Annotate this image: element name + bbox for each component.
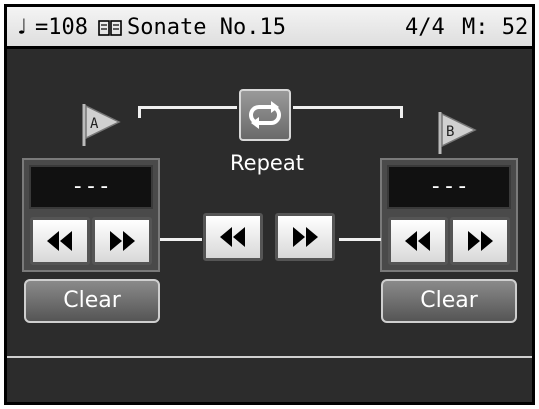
tempo-value: =108 xyxy=(35,15,88,40)
time-signature: 4/4 xyxy=(405,15,445,40)
marker-a-display: --- xyxy=(29,165,153,209)
connector-mid-right xyxy=(339,238,381,241)
connector-top-right-tick xyxy=(400,106,403,118)
rewind-icon xyxy=(220,227,245,247)
song-title: Sonate No.15 xyxy=(127,15,286,40)
marker-a-forward-button[interactable] xyxy=(92,217,152,265)
marker-a-panel: --- xyxy=(22,158,160,272)
flag-a-label: A xyxy=(90,116,99,132)
bottom-divider xyxy=(7,356,532,358)
marker-b-panel: --- xyxy=(380,158,518,272)
fast-forward-icon xyxy=(468,231,493,251)
repeat-button[interactable] xyxy=(239,89,291,141)
marker-b-display: --- xyxy=(387,165,511,209)
fast-forward-icon xyxy=(293,227,318,247)
marker-a-rewind-button[interactable] xyxy=(30,217,90,265)
flag-b-icon: B xyxy=(438,112,477,154)
flag-b-label: B xyxy=(446,124,454,140)
measure-number: M: 52 xyxy=(462,15,529,40)
rewind-icon xyxy=(47,231,72,251)
repeat-icon xyxy=(249,101,281,129)
status-bar: ♩ =108 Sonate No.15 4/4 M: 52 xyxy=(7,7,532,49)
clear-a-button[interactable]: Clear xyxy=(24,279,160,323)
marker-b-rewind-button[interactable] xyxy=(388,217,448,265)
rewind-icon xyxy=(405,231,430,251)
connector-top-left-tick xyxy=(138,106,141,118)
clear-b-button[interactable]: Clear xyxy=(381,279,517,323)
flag-a-icon: A xyxy=(82,104,121,146)
connector-top-right xyxy=(293,106,403,109)
quarter-note-icon: ♩ xyxy=(15,15,29,40)
fast-forward-icon xyxy=(110,231,135,251)
piano-screen: ♩ =108 Sonate No.15 4/4 M: 52 A B Repeat… xyxy=(4,4,535,405)
repeat-forward-button[interactable] xyxy=(275,213,335,261)
repeat-rewind-button[interactable] xyxy=(203,213,263,261)
marker-b-forward-button[interactable] xyxy=(450,217,510,265)
book-icon xyxy=(98,20,122,36)
connector-top-left xyxy=(138,106,237,109)
connector-mid-left xyxy=(160,238,202,241)
repeat-label: Repeat xyxy=(230,151,304,175)
